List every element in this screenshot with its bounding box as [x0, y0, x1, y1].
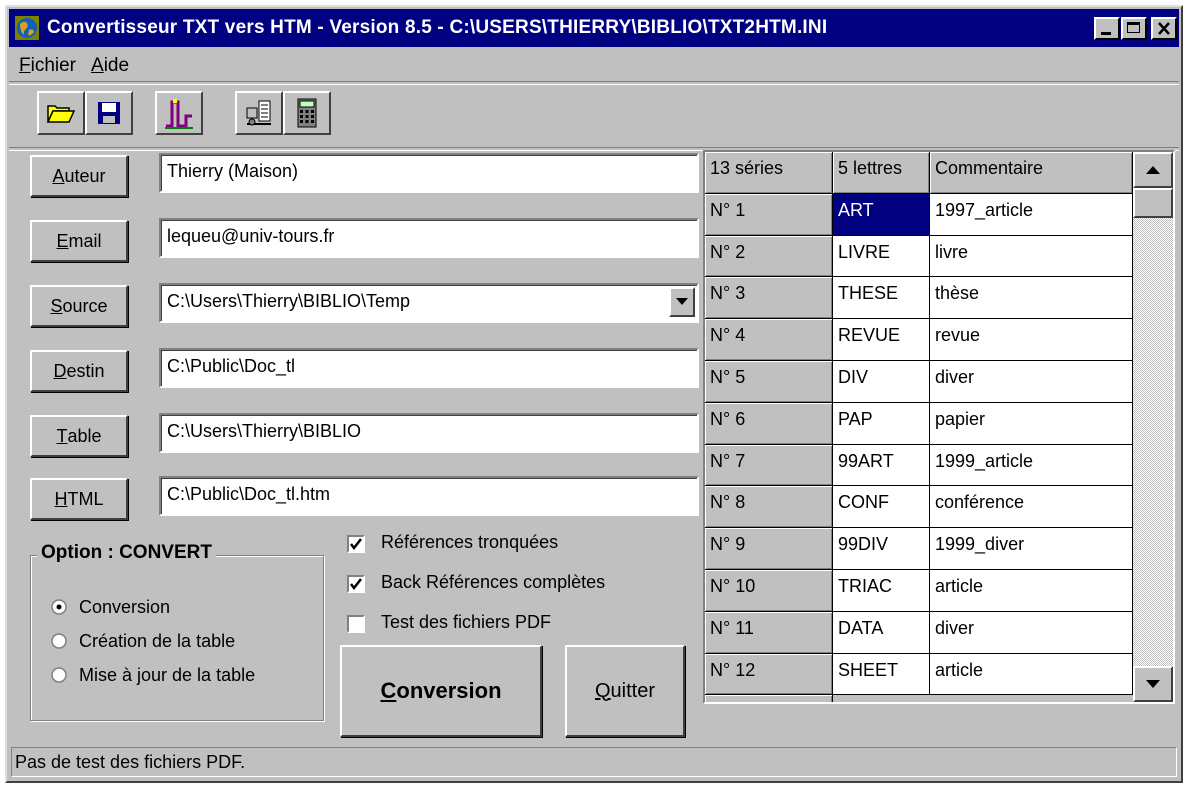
status-bar: Pas de test des fichiers PDF.: [11, 747, 1177, 777]
table-column-header[interactable]: 5 lettres: [833, 152, 930, 194]
checkbox-checked: [347, 575, 365, 593]
table-cell-code[interactable]: REVUE: [833, 319, 930, 361]
radio-checked-icon: [51, 599, 67, 615]
maximize-icon: [1127, 22, 1140, 33]
checkbox-checked: [347, 535, 365, 553]
table-row-header[interactable]: N° 11: [705, 611, 833, 654]
table-row-header[interactable]: N° 7: [705, 444, 833, 487]
auteur-field[interactable]: Thierry (Maison): [159, 153, 699, 193]
scroll-thumb[interactable]: [1133, 188, 1173, 218]
check-mark-icon: [350, 578, 362, 591]
table-row-header[interactable]: N° 3: [705, 277, 833, 320]
table-column-header[interactable]: Commentaire: [930, 152, 1133, 194]
radio-unchecked-icon: [51, 633, 67, 649]
option-group-title: Option : CONVERT: [37, 542, 216, 564]
quitter-button[interactable]: Quitter: [565, 645, 685, 737]
open-folder-icon: [47, 105, 75, 123]
open-button[interactable]: [37, 91, 85, 135]
table-column-header[interactable]: 13 séries: [705, 152, 833, 194]
ini-settings-icon: [165, 99, 193, 129]
table-row-header[interactable]: N° 9: [705, 528, 833, 570]
series-table[interactable]: 13 séries 5 lettres Commentaire N° 1 ART 1997…: [703, 150, 1175, 704]
table-cell-code[interactable]: ART: [833, 193, 930, 236]
minimize-button[interactable]: [1094, 17, 1120, 40]
table-cell-comment[interactable]: revue: [930, 319, 1133, 361]
table-cell-comment[interactable]: article: [930, 653, 1133, 696]
table-cell-comment[interactable]: 1999_diver: [930, 528, 1133, 570]
scroll-down-button[interactable]: [1133, 666, 1173, 702]
network-button[interactable]: [235, 91, 283, 135]
table-row-header[interactable]: N° 1: [705, 193, 833, 236]
table-row-header[interactable]: N° 8: [705, 486, 833, 529]
table-cell-code[interactable]: THESE: [833, 277, 930, 320]
table-vertical-scrollbar[interactable]: [1133, 152, 1173, 702]
close-button[interactable]: [1151, 17, 1177, 40]
maximize-button[interactable]: [1121, 17, 1147, 40]
table-row-header[interactable]: N° 4: [705, 319, 833, 361]
table-field[interactable]: C:\Users\Thierry\BIBLIO: [159, 413, 699, 453]
table-cell-code[interactable]: SHEET: [833, 653, 930, 696]
source-button[interactable]: Source: [30, 285, 128, 327]
table-row-header[interactable]: N° 2: [705, 235, 833, 278]
arrow-up-icon: [1146, 166, 1160, 174]
toolbar: [9, 83, 1179, 149]
calculator-button[interactable]: [283, 91, 331, 135]
table-cell-comment[interactable]: 1999_article: [930, 444, 1133, 487]
source-combobox[interactable]: C:\Users\Thierry\BIBLIO\Temp: [159, 283, 699, 323]
app-globe-icon: [15, 16, 39, 40]
table-button[interactable]: Table: [30, 415, 128, 457]
checkbox-unchecked: [347, 615, 365, 633]
table-cell-code[interactable]: PAP: [833, 402, 930, 445]
save-button[interactable]: [85, 91, 133, 135]
table-row-header[interactable]: N° 6: [705, 402, 833, 445]
close-icon: [1158, 22, 1170, 35]
table-cell-comment[interactable]: thèse: [930, 277, 1133, 320]
destin-button[interactable]: Destin: [30, 350, 128, 392]
table-cell-comment[interactable]: diver: [930, 611, 1133, 654]
table-cell-comment[interactable]: diver: [930, 361, 1133, 403]
table-row-header[interactable]: N° 5: [705, 361, 833, 403]
table-cell-comment[interactable]: papier: [930, 402, 1133, 445]
title-bar[interactable]: Convertisseur TXT vers HTM - Version 8.5…: [9, 9, 1179, 47]
html-button[interactable]: H TML: [30, 478, 128, 520]
radio-unchecked-icon: [51, 667, 67, 683]
conversion-button[interactable]: Conversion: [340, 645, 542, 737]
check-mark-icon: [350, 538, 362, 551]
table-cell-code[interactable]: LIVRE: [833, 235, 930, 278]
menu-bar: Fichier Aide: [9, 49, 1179, 81]
email-button[interactable]: Email: [30, 220, 128, 262]
table-cell-code[interactable]: DATA: [833, 611, 930, 654]
source-dropdown-button[interactable]: [669, 287, 695, 317]
table-row-header-partial: [705, 695, 833, 702]
window-title: Convertisseur TXT vers HTM - Version 8.5…: [47, 17, 828, 38]
menu-fichier[interactable]: Fichier: [19, 55, 76, 77]
ini-settings-button[interactable]: [155, 91, 203, 135]
table-cell-code[interactable]: 99DIV: [833, 528, 930, 570]
table-cell-comment[interactable]: livre: [930, 235, 1133, 278]
table-cell-code[interactable]: DIV: [833, 361, 930, 403]
save-disk-icon: [98, 102, 120, 124]
table-cell-code[interactable]: TRIAC: [833, 570, 930, 612]
source-value: C:\Users\Thierry\BIBLIO\Temp: [167, 291, 411, 311]
network-icon: [246, 100, 271, 126]
menu-aide[interactable]: Aide: [91, 55, 129, 77]
scroll-up-button[interactable]: [1133, 152, 1173, 188]
minimize-icon: [1101, 32, 1111, 35]
table-row-header[interactable]: N° 12: [705, 653, 833, 696]
chevron-down-icon: [676, 298, 688, 305]
email-field[interactable]: lequeu@univ-tours.fr: [159, 218, 699, 258]
table-cell-code[interactable]: CONF: [833, 486, 930, 529]
table-cell-comment[interactable]: article: [930, 570, 1133, 612]
calculator-icon: [297, 98, 317, 128]
html-field[interactable]: C:\Public\Doc_tl.htm: [159, 476, 699, 516]
table-cell-code[interactable]: 99ART: [833, 444, 930, 487]
table-cell-comment[interactable]: conférence: [930, 486, 1133, 529]
destin-field[interactable]: C:\Public\Doc_tl: [159, 348, 699, 388]
table-cell-comment[interactable]: 1997_article: [930, 193, 1133, 236]
auteur-button[interactable]: Auteur: [30, 155, 128, 197]
table-row-header[interactable]: N° 10: [705, 570, 833, 612]
arrow-down-icon: [1146, 680, 1160, 688]
